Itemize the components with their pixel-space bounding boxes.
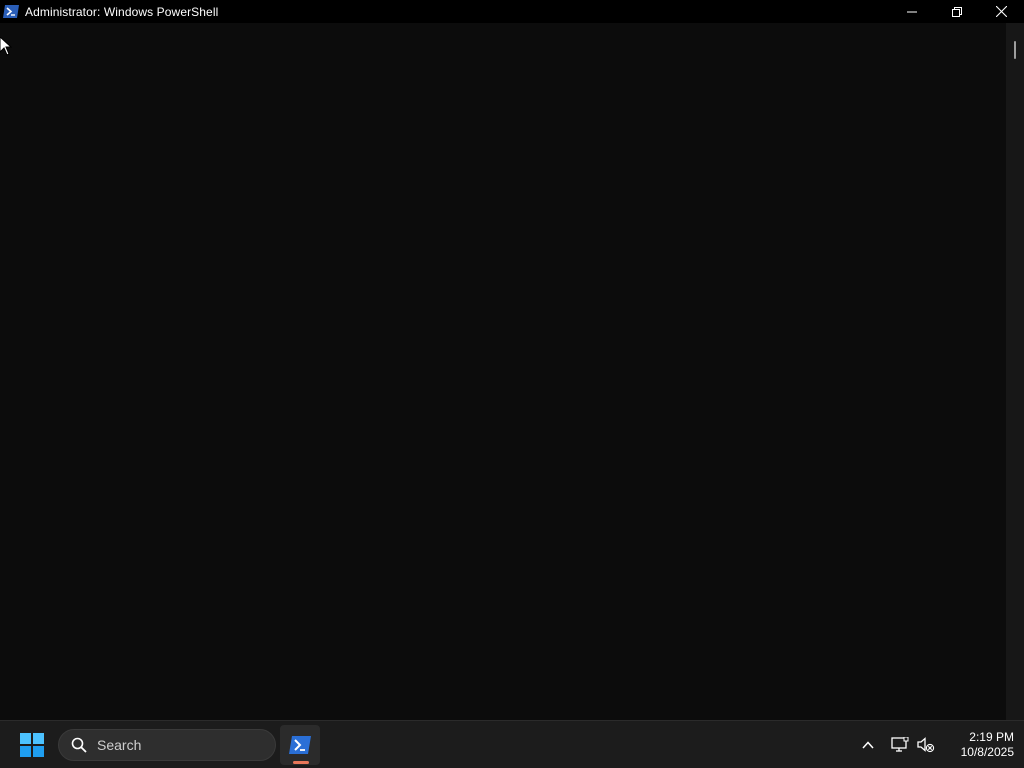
clock-button[interactable]: 2:19 PM 10/8/2025 bbox=[940, 729, 1014, 761]
window-title: Administrator: Windows PowerShell bbox=[25, 4, 219, 19]
console-output[interactable] bbox=[0, 23, 1006, 720]
caption-buttons bbox=[889, 0, 1024, 23]
start-button[interactable] bbox=[12, 725, 52, 765]
taskbar-app-powershell[interactable] bbox=[280, 725, 320, 765]
volume-button[interactable] bbox=[916, 735, 936, 755]
windows-start-icon bbox=[20, 733, 44, 757]
clock-time: 2:19 PM bbox=[969, 730, 1014, 744]
restore-button[interactable] bbox=[934, 0, 979, 23]
scroll-thumb[interactable] bbox=[1014, 41, 1016, 59]
mouse-pointer-icon bbox=[0, 36, 13, 56]
search-placeholder: Search bbox=[97, 737, 142, 753]
restore-icon bbox=[951, 6, 962, 17]
vertical-scrollbar[interactable] bbox=[1006, 23, 1024, 720]
taskbar-search[interactable]: Search bbox=[58, 729, 276, 761]
search-icon bbox=[69, 735, 89, 755]
active-app-indicator bbox=[293, 761, 309, 764]
show-hidden-icons-button[interactable] bbox=[858, 735, 878, 755]
title-bar[interactable]: Administrator: Windows PowerShell bbox=[0, 0, 1024, 23]
network-button[interactable] bbox=[890, 735, 910, 755]
powershell-icon bbox=[289, 736, 311, 754]
network-icon bbox=[891, 737, 909, 752]
powershell-window: Administrator: Windows PowerShell bbox=[0, 0, 1024, 720]
chevron-up-icon bbox=[862, 741, 874, 749]
taskbar: Search 2:19 PM 10/8/2025 bbox=[0, 720, 1024, 768]
volume-muted-icon bbox=[917, 737, 935, 753]
minimize-icon bbox=[906, 11, 917, 12]
clock-date: 10/8/2025 bbox=[960, 745, 1014, 759]
minimize-button[interactable] bbox=[889, 0, 934, 23]
close-icon bbox=[996, 6, 1007, 17]
powershell-icon[interactable] bbox=[3, 5, 19, 19]
close-button[interactable] bbox=[979, 0, 1024, 23]
